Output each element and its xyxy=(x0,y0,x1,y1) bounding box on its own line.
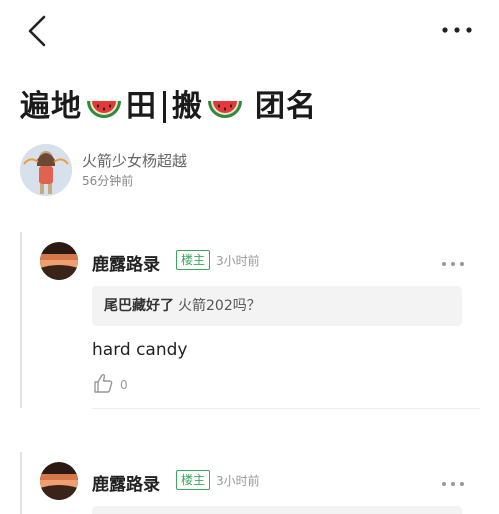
thread-line xyxy=(20,452,22,514)
title-part: 搬 xyxy=(172,88,203,124)
top-bar xyxy=(0,0,499,62)
post-title: 遍地 田搬 团名 xyxy=(20,84,317,129)
thread-line xyxy=(20,232,22,408)
quoted-text: 火箭202吗？ xyxy=(178,298,261,314)
quoted-reply[interactable] xyxy=(92,506,462,514)
avatar-sunset-image xyxy=(40,242,78,280)
comment-more-button[interactable] xyxy=(440,254,466,266)
comment-item: 鹿露路录 楼主 3小时前 尾巴藏好了 火箭202吗？ hard candy 0 xyxy=(40,242,480,402)
title-part: 田 xyxy=(126,88,157,124)
quoted-author: 尾巴藏好了 xyxy=(104,298,174,314)
title-separator xyxy=(163,90,166,123)
comment-more-button[interactable] xyxy=(440,474,466,486)
avatar-sunset-image xyxy=(40,462,78,500)
thumbs-up-icon xyxy=(94,373,113,393)
op-badge: 楼主 xyxy=(176,250,211,270)
post-time: 56分钟前 xyxy=(82,174,134,188)
chevron-left-icon xyxy=(28,15,46,47)
back-button[interactable] xyxy=(24,14,54,48)
comment-divider xyxy=(92,408,480,409)
title-part: 遍地 xyxy=(20,88,82,124)
watermelon-icon xyxy=(208,100,242,118)
author-name[interactable]: 火箭少女杨超越 xyxy=(82,150,187,171)
ellipsis-icon xyxy=(442,262,464,266)
commenter-avatar[interactable] xyxy=(40,242,78,280)
comment-text: hard candy xyxy=(92,340,188,360)
watermelon-icon xyxy=(87,100,121,118)
quoted-reply[interactable]: 尾巴藏好了 火箭202吗？ xyxy=(92,286,462,326)
commenter-name[interactable]: 鹿露路录 xyxy=(92,250,160,275)
ellipsis-icon xyxy=(442,482,464,486)
avatar-illustration xyxy=(20,144,72,196)
title-part: 团名 xyxy=(255,88,317,124)
ellipsis-icon xyxy=(442,27,472,33)
commenter-name[interactable]: 鹿露路录 xyxy=(92,470,160,495)
like-count: 0 xyxy=(120,378,128,392)
author-avatar[interactable] xyxy=(20,144,72,196)
comment-item: 鹿露路录 楼主 3小时前 xyxy=(40,462,480,514)
op-badge: 楼主 xyxy=(176,470,211,490)
comment-time: 3小时前 xyxy=(216,254,260,268)
comment-time: 3小时前 xyxy=(216,474,260,488)
more-options-button[interactable] xyxy=(439,20,475,40)
commenter-avatar[interactable] xyxy=(40,462,78,500)
